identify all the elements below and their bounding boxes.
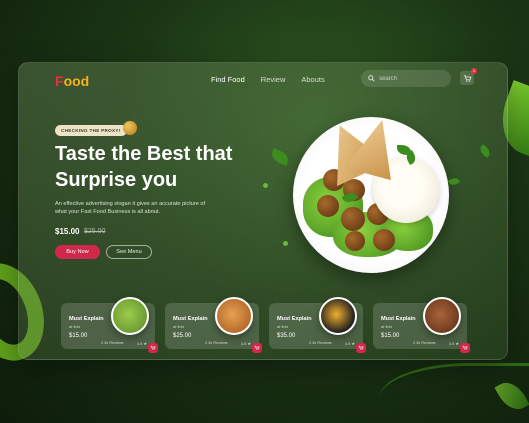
buy-now-button[interactable]: Buy Now: [55, 245, 100, 259]
nav-abouts[interactable]: Abouts: [301, 75, 324, 84]
add-to-cart-button[interactable]: [460, 343, 470, 353]
card-rating: 4.5 ★: [137, 342, 147, 346]
cart-button[interactable]: 1: [460, 68, 477, 85]
card-dish-image: [423, 297, 461, 335]
see-menu-button[interactable]: See Menu: [106, 245, 152, 259]
main-panel: Food Find Food Review Abouts 1 CHECKING …: [18, 62, 508, 360]
cart-icon: [358, 345, 364, 350]
card-subtitle: at first: [381, 324, 392, 329]
card-dish-image: [111, 297, 149, 335]
pea: [283, 241, 288, 246]
search-icon: [368, 75, 375, 82]
leaf-decor: [269, 148, 291, 166]
nav-find-food[interactable]: Find Food: [211, 75, 245, 84]
add-to-cart-button[interactable]: [252, 343, 262, 353]
cart-icon: [462, 345, 468, 350]
add-to-cart-button[interactable]: [356, 343, 366, 353]
cart-icon: [150, 345, 156, 350]
card-title: Must Explain: [381, 316, 416, 322]
nav-review[interactable]: Review: [261, 75, 286, 84]
top-nav: Find Food Review Abouts: [211, 75, 325, 84]
search-input[interactable]: [379, 75, 449, 82]
falafel: [341, 207, 365, 231]
cart-icon: [254, 345, 260, 350]
logo-rest: ood: [63, 73, 90, 89]
search-box[interactable]: [361, 70, 451, 87]
food-card[interactable]: Must Explain at first $15.00 2.3k Review…: [61, 297, 158, 353]
card-rating: 4.5 ★: [241, 342, 251, 346]
card-dish-image: [319, 297, 357, 335]
food-card[interactable]: Must Explain at first $35.00 2.3k Review…: [269, 297, 366, 353]
card-subtitle: at first: [69, 324, 80, 329]
food-card[interactable]: Must Explain at first $15.00 2.3k Review…: [373, 297, 470, 353]
cart-count-badge: 1: [471, 68, 477, 74]
card-reviews: 2.3k Reviews: [205, 341, 228, 345]
cart-icon: [463, 74, 471, 82]
leaf-decor: [447, 175, 461, 188]
pea: [263, 183, 268, 188]
add-to-cart-button[interactable]: [148, 343, 158, 353]
card-title: Must Explain: [69, 316, 104, 322]
hero-description: An effective advertising slogan it gives…: [55, 201, 206, 215]
card-price: $15.00: [381, 333, 400, 339]
card-rating: 4.5 ★: [449, 342, 459, 346]
card-dish-image: [215, 297, 253, 335]
card-rating: 4.5 ★: [345, 342, 355, 346]
leaf-decor: [477, 144, 493, 158]
logo-first-letter: F: [55, 73, 64, 89]
food-card[interactable]: Must Explain at first $25.00 2.3k Review…: [165, 297, 262, 353]
card-price: $35.00: [277, 333, 296, 339]
falafel: [317, 195, 339, 217]
falafel: [345, 231, 365, 251]
card-reviews: 2.3k Reviews: [309, 341, 332, 345]
falafel-icon: [123, 121, 137, 135]
hero-old-price: $25.00: [84, 228, 106, 235]
card-subtitle: at first: [173, 324, 184, 329]
hero-title: Taste the Best that Surprise you: [55, 143, 233, 191]
falafel: [373, 229, 395, 251]
hero-badge: CHECKING THE PROXY!: [55, 125, 127, 136]
card-price: $25.00: [173, 333, 192, 339]
card-reviews: 2.3k Reviews: [413, 341, 436, 345]
logo[interactable]: Food: [55, 73, 89, 89]
card-title: Must Explain: [277, 316, 312, 322]
hero-dish-image: [293, 117, 449, 273]
card-reviews: 2.3k Reviews: [101, 341, 124, 345]
card-price: $15.00: [69, 333, 88, 339]
card-subtitle: at first: [277, 324, 288, 329]
decor-vine: [379, 363, 529, 423]
card-title: Must Explain: [173, 316, 208, 322]
hero-price: $15.00: [55, 227, 80, 236]
